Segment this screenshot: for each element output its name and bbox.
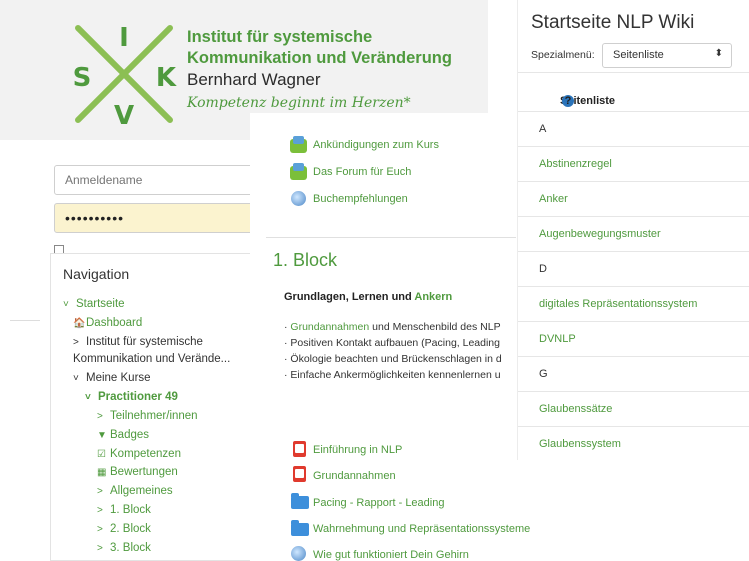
special-menu-select[interactable]: Seitenliste ⬍ [602, 43, 732, 68]
folder-icon [291, 493, 309, 509]
chevron-right-icon: > [97, 411, 103, 422]
wiki-page-link[interactable]: Glaubenssystem [518, 426, 749, 461]
nav-block-3[interactable]: >3. Block [97, 540, 151, 557]
tagline: Kompetenz beginnt im Herzen* [187, 95, 411, 111]
remember-checkbox[interactable] [54, 245, 64, 253]
resource-link[interactable]: Einführung in NLP [313, 444, 402, 456]
nav-grades[interactable]: ▦ Bewertungen [97, 464, 178, 481]
nav-block-1[interactable]: >1. Block [97, 502, 151, 519]
section-title: 1. Block [273, 250, 338, 270]
logo-letter-right: K [156, 63, 177, 93]
link-grundannahmen[interactable]: Grundannahmen [290, 321, 369, 333]
chevron-right-icon: > [73, 337, 79, 348]
shield-icon: ▼ [97, 430, 107, 441]
resource-link[interactable]: Grundannahmen [313, 470, 396, 482]
dashboard-icon: 🏠 [73, 318, 86, 329]
resource-link[interactable]: Wahrnehmung und Repräsentationssysteme [313, 523, 530, 535]
folder-icon [291, 520, 309, 536]
letter-heading: D [518, 251, 749, 286]
wiki-page-link[interactable]: DVNLP [518, 321, 749, 356]
nav-participants[interactable]: > Teilnehmer/innen [97, 408, 198, 425]
chevron-right-icon: > [97, 505, 103, 516]
nav-institute-cont[interactable]: Kommunikation und Verände... [73, 351, 230, 367]
table-icon: ▦ [97, 467, 107, 478]
divider [10, 320, 40, 321]
institute-name-line1: Institut für systemische [187, 28, 373, 46]
wiki-page-link[interactable]: Anker [518, 181, 749, 216]
chevron-down-icon: ˅ [85, 392, 91, 403]
institute-logo: I S K V [73, 23, 177, 128]
nav-startseite[interactable]: ˅ Startseite [63, 296, 125, 313]
pdf-icon [293, 441, 306, 457]
nav-practitioner[interactable]: ˅ Practitioner 49 [85, 389, 178, 406]
pdf-icon [293, 466, 306, 482]
bullet-item: · Positiven Kontakt aufbauen (Pacing, Le… [284, 337, 500, 349]
chevron-right-icon: > [97, 543, 103, 554]
wiki-page-link[interactable]: Glaubenssätze [518, 391, 749, 426]
globe-icon [291, 191, 306, 206]
section-divider [266, 237, 516, 238]
institute-name-line2: Kommunikation und Veränderung [187, 49, 452, 67]
help-icon[interactable]: ? [562, 95, 574, 107]
bullet-item: · Einfache Ankermöglichkeiten kennenlern… [284, 369, 501, 381]
logo-letter-bottom: V [114, 101, 134, 128]
wiki-panel: Startseite NLP Wiki Spezialmenü: Seitenl… [517, 0, 749, 460]
owner-name: Bernhard Wagner [187, 70, 321, 89]
nav-badges[interactable]: ▼ Badges [97, 427, 149, 444]
link-announcements[interactable]: Ankündigungen zum Kurs [313, 139, 439, 151]
resource-link[interactable]: Pacing - Rapport - Leading [313, 497, 444, 509]
link-ankern[interactable]: Ankern [414, 291, 452, 303]
chevron-right-icon: > [97, 486, 103, 497]
nav-dashboard[interactable]: 🏠Dashboard [73, 315, 142, 332]
wiki-page-link[interactable]: Augenbewegungsmuster [518, 216, 749, 251]
password-input[interactable]: •••••••••• [54, 203, 254, 233]
special-menu-label: Spezialmenü: [531, 49, 595, 61]
forum-icon [290, 163, 307, 180]
nav-competencies[interactable]: ☑ Kompetenzen [97, 446, 181, 463]
chevron-down-icon: ˅ [73, 373, 79, 384]
nav-my-courses[interactable]: ˅ Meine Kurse [73, 370, 151, 387]
navigation-block: Navigation ˅ Startseite 🏠Dashboard > Insti… [50, 253, 270, 561]
wiki-page-link[interactable]: digitales Repräsentationssystem [518, 286, 749, 321]
page-list-header: Seitenliste? [518, 72, 749, 107]
nav-block-2[interactable]: >2. Block [97, 521, 151, 538]
bullet-item: · Ökologie beachten und Brückenschlagen … [284, 353, 502, 365]
logo-letter-left: S [73, 63, 92, 93]
logo-letter-top: I [119, 23, 129, 53]
navigation-title: Navigation [63, 266, 130, 282]
section-subtitle: Grundlagen, Lernen und Ankern [284, 291, 453, 303]
letter-heading: G [518, 356, 749, 391]
wiki-title: Startseite NLP Wiki [531, 12, 695, 33]
chevron-down-icon: ˅ [63, 299, 69, 310]
username-input[interactable] [54, 165, 254, 195]
link-book-recommendations[interactable]: Buchempfehlungen [313, 193, 408, 205]
forum-icon [290, 136, 307, 153]
chevron-right-icon: > [97, 524, 103, 535]
nav-institute[interactable]: > Institut für systemische [73, 334, 203, 351]
select-arrows-icon: ⬍ [714, 48, 723, 59]
letter-heading: A [518, 111, 749, 146]
resource-link[interactable]: Wie gut funktioniert Dein Gehirn [313, 549, 469, 561]
wiki-page-link[interactable]: Abstinenzregel [518, 146, 749, 181]
globe-icon [291, 546, 306, 561]
link-forum[interactable]: Das Forum für Euch [313, 166, 411, 178]
bullet-item: · Grundannahmen und Menschenbild des NLP [284, 321, 501, 333]
nav-general[interactable]: > Allgemeines [97, 483, 173, 500]
checkbox-icon: ☑ [97, 449, 106, 460]
